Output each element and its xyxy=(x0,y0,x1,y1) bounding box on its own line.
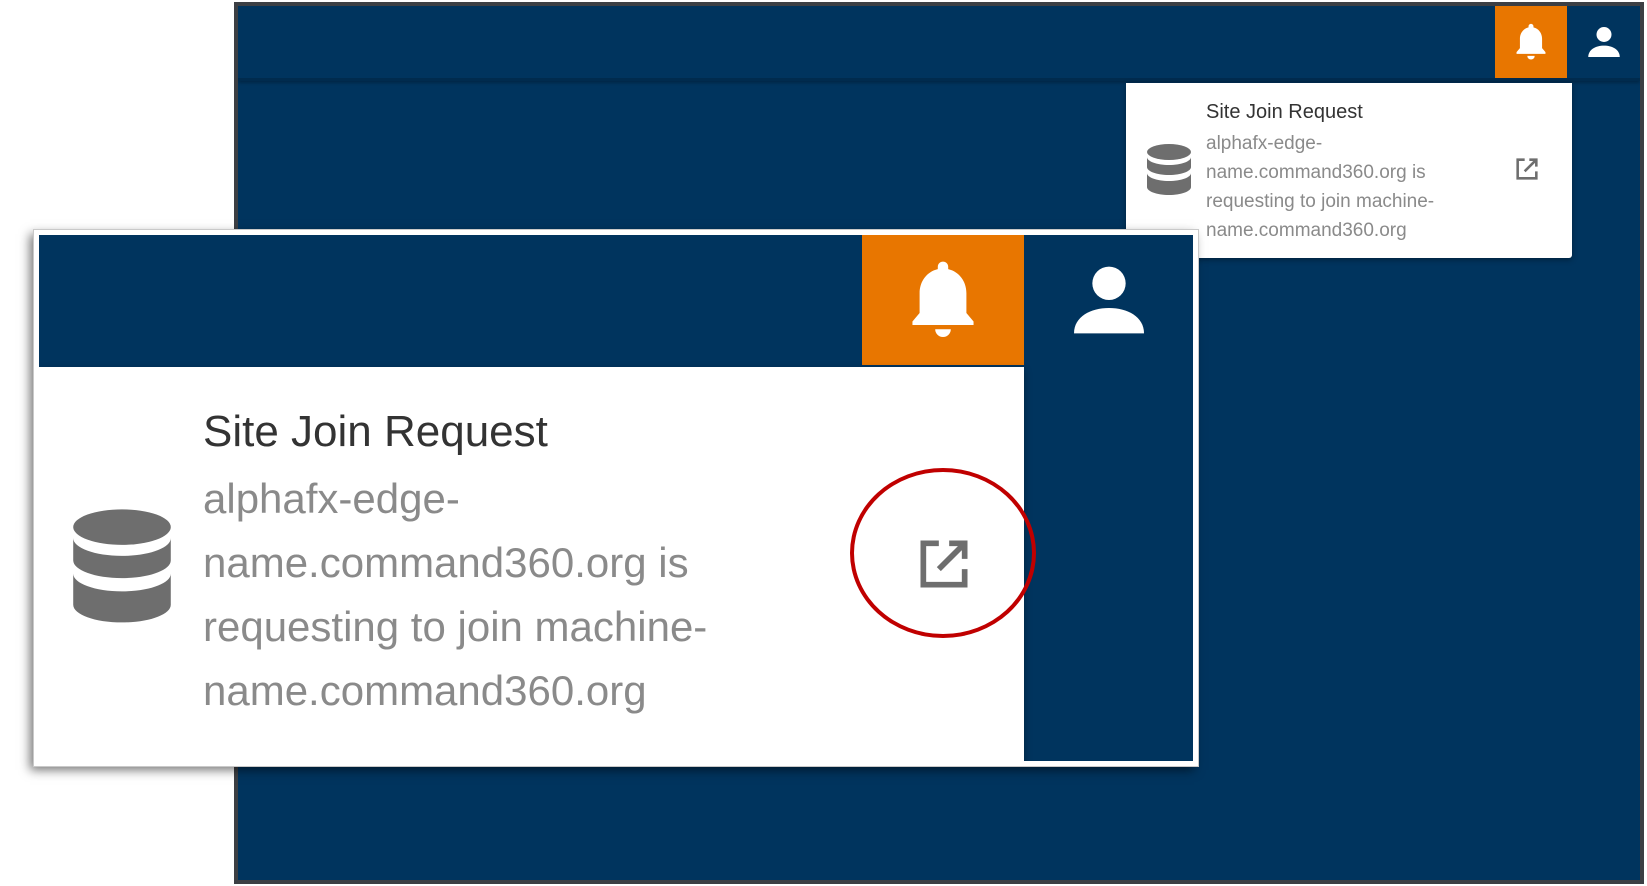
user-icon xyxy=(1587,27,1620,57)
database-icon xyxy=(73,509,171,623)
top-bar xyxy=(238,6,1640,81)
user-menu-button[interactable] xyxy=(1567,6,1640,78)
database-icon xyxy=(1147,144,1191,195)
notification-title: Site Join Request xyxy=(1206,101,1363,123)
notifications-button[interactable] xyxy=(1495,6,1567,78)
user-icon xyxy=(1074,266,1144,334)
notification-message: alphafx-edge-name.command360.org is requ… xyxy=(1206,133,1435,241)
user-menu-button-zoomed[interactable] xyxy=(1024,235,1193,365)
notification-message: alphafx-edge-name.command360.org is requ… xyxy=(203,475,708,714)
notification-title: Site Join Request xyxy=(203,407,548,456)
bell-icon xyxy=(912,261,974,338)
open-external-icon xyxy=(920,540,968,588)
open-notification-button[interactable] xyxy=(1511,153,1543,185)
open-external-icon xyxy=(1516,158,1538,180)
open-notification-button-zoomed[interactable] xyxy=(909,529,979,599)
bell-icon xyxy=(1516,23,1546,60)
notifications-button-zoomed[interactable] xyxy=(862,235,1024,365)
notification-card-zoomed[interactable]: Site Join Request alphafx-edge-name.comm… xyxy=(39,367,1024,761)
zoomed-callout: Site Join Request alphafx-edge-name.comm… xyxy=(33,229,1199,767)
